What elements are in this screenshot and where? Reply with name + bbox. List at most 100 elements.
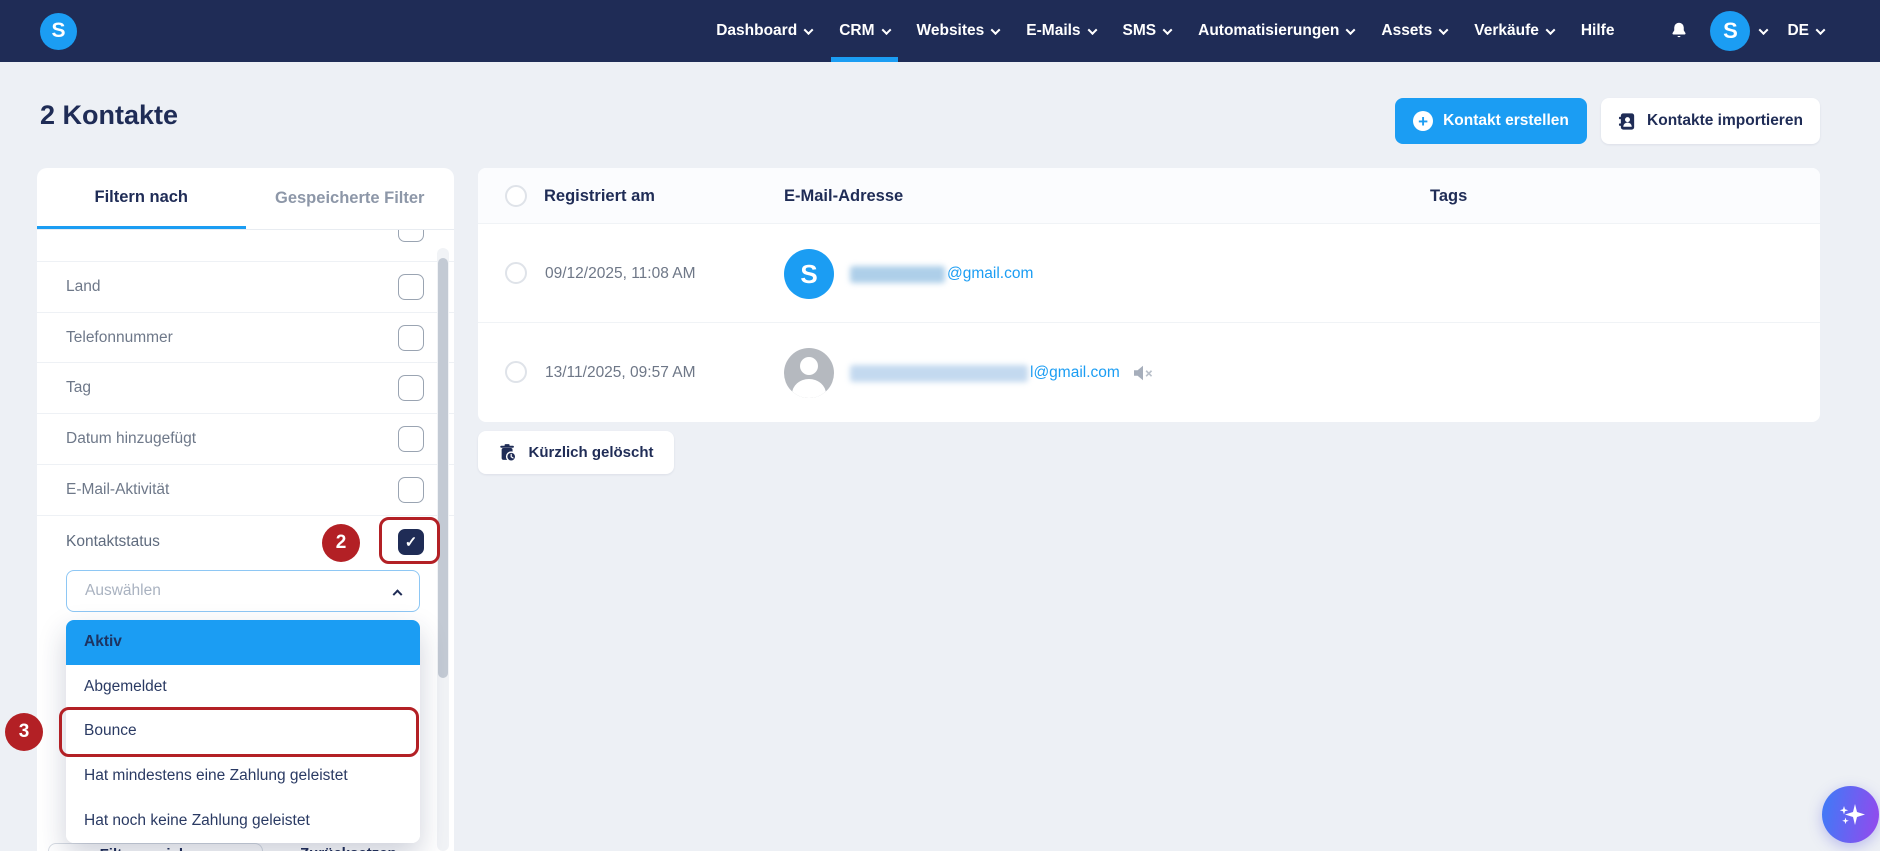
contact-row[interactable]: 09/12/2025, 11:08 AM S @gmail.com bbox=[478, 224, 1820, 323]
nav-item-sales[interactable]: Verkäufe bbox=[1474, 0, 1556, 62]
account-menu[interactable]: S bbox=[1710, 0, 1769, 62]
filter-label: E-Mail-Aktivität bbox=[66, 481, 170, 498]
option-hat-noch-keine-zahlung[interactable]: Hat noch keine Zahlung geleistet bbox=[66, 798, 420, 843]
nav-label: Assets bbox=[1381, 22, 1433, 39]
nav-label: Websites bbox=[916, 22, 985, 39]
contact-email-link[interactable]: l@gmail.com bbox=[1030, 364, 1120, 382]
option-bounce[interactable]: Bounce bbox=[66, 709, 420, 754]
nav-label: E-Mails bbox=[1026, 22, 1081, 39]
annotation-step-3: 3 bbox=[5, 713, 43, 751]
nav-label: CRM bbox=[839, 22, 875, 39]
column-header-registered[interactable]: Registriert am bbox=[544, 168, 655, 224]
contact-row[interactable]: 13/11/2025, 09:57 AM l@gmail.com bbox=[478, 323, 1820, 422]
select-all-checkbox[interactable] bbox=[505, 185, 527, 207]
muted-speaker-icon bbox=[1133, 365, 1152, 381]
contact-card-icon bbox=[1618, 112, 1635, 130]
kontaktstatus-select[interactable]: Auswählen bbox=[66, 570, 420, 612]
checkbox[interactable] bbox=[398, 274, 424, 300]
chevron-down-icon bbox=[1815, 24, 1826, 35]
blurred-email-name bbox=[850, 364, 1028, 382]
nav-item-help[interactable]: Hilfe bbox=[1581, 0, 1615, 62]
contact-avatar: S bbox=[784, 249, 834, 299]
filter-row-email-aktivitaet[interactable]: E-Mail-Aktivität bbox=[37, 465, 454, 516]
nav-item-websites[interactable]: Websites bbox=[916, 0, 1001, 62]
app-window: S Dashboard CRM Websites E-Mails SMS Aut… bbox=[0, 0, 1880, 851]
recently-deleted-button[interactable]: Kürzlich gelöscht bbox=[478, 431, 674, 474]
chevron-up-icon bbox=[392, 588, 403, 599]
reset-filter-button[interactable]: Zurücksetzen bbox=[300, 845, 397, 851]
trash-clock-icon bbox=[500, 443, 517, 462]
option-abgemeldet[interactable]: Abgemeldet bbox=[66, 664, 420, 710]
checkbox[interactable] bbox=[398, 375, 424, 401]
create-contact-label: Kontakt erstellen bbox=[1443, 112, 1569, 129]
nav-item-crm[interactable]: CRM bbox=[831, 0, 898, 62]
scrollbar-thumb[interactable] bbox=[438, 258, 448, 678]
chevron-down-icon bbox=[1545, 24, 1556, 35]
filter-label: Datum hinzugefügt bbox=[66, 430, 197, 447]
kontaktstatus-dropdown: Aktiv Abgemeldet Bounce Hat mindestens e… bbox=[66, 620, 420, 843]
nav-label: SMS bbox=[1122, 22, 1157, 39]
nav-menu: Dashboard CRM Websites E-Mails SMS Autom… bbox=[716, 0, 1826, 62]
contact-email-link[interactable]: @gmail.com bbox=[947, 265, 1033, 283]
checkbox[interactable] bbox=[398, 230, 424, 242]
option-hat-mindestens-eine-zahlung[interactable]: Hat mindestens eine Zahlung geleistet bbox=[66, 753, 420, 799]
filter-row-datum-hinzugefuegt[interactable]: Datum hinzugefügt bbox=[37, 414, 454, 465]
nav-item-assets[interactable]: Assets bbox=[1381, 0, 1449, 62]
nav-item-emails[interactable]: E-Mails bbox=[1026, 0, 1097, 62]
app-logo[interactable]: S bbox=[40, 12, 77, 50]
nav-item-sms[interactable]: SMS bbox=[1122, 0, 1173, 62]
filter-row-partial bbox=[37, 230, 454, 262]
chevron-down-icon bbox=[881, 24, 891, 35]
nav-item-automations[interactable]: Automatisierungen bbox=[1198, 0, 1356, 62]
nav-item-dashboard[interactable]: Dashboard bbox=[716, 0, 814, 62]
filter-label: Tag bbox=[66, 379, 91, 396]
row-checkbox[interactable] bbox=[505, 361, 527, 383]
column-header-tags: Tags bbox=[1430, 186, 1468, 205]
filter-label: Telefonnummer bbox=[66, 328, 173, 346]
column-header-email: E-Mail-Adresse bbox=[784, 186, 904, 205]
chevron-down-icon bbox=[1438, 24, 1449, 35]
option-aktiv[interactable]: Aktiv bbox=[66, 620, 420, 665]
recently-deleted-label: Kürzlich gelöscht bbox=[528, 444, 654, 461]
filter-row-kontaktstatus[interactable]: Kontaktstatus ✓ bbox=[37, 516, 454, 568]
ai-assistant-button[interactable] bbox=[1822, 786, 1879, 843]
filter-tabs: Filtern nach Gespeicherte Filter bbox=[37, 168, 454, 230]
chevron-down-icon bbox=[803, 24, 814, 35]
checkbox[interactable] bbox=[398, 324, 424, 351]
tab-filter-by[interactable]: Filtern nach bbox=[37, 168, 246, 229]
filter-row-land[interactable]: Land bbox=[37, 262, 454, 313]
checkbox-checked[interactable]: ✓ bbox=[398, 529, 424, 555]
filter-row-tag[interactable]: Tag bbox=[37, 363, 454, 414]
chevron-down-icon bbox=[1345, 24, 1356, 35]
checkbox[interactable] bbox=[398, 426, 424, 452]
create-contact-button[interactable]: + Kontakt erstellen bbox=[1395, 98, 1587, 144]
import-contacts-label: Kontakte importieren bbox=[1647, 112, 1803, 129]
filter-panel-scrollbar[interactable] bbox=[437, 248, 449, 851]
chevron-down-icon bbox=[990, 24, 1001, 35]
save-filter-button[interactable]: Filter speichern bbox=[48, 843, 263, 851]
filter-label: Land bbox=[66, 278, 101, 295]
plus-icon: + bbox=[1413, 111, 1434, 131]
notifications-bell-icon[interactable] bbox=[1668, 19, 1690, 43]
annotation-step-2: 2 bbox=[322, 524, 360, 562]
import-contacts-button[interactable]: Kontakte importieren bbox=[1601, 98, 1820, 144]
nav-label: Hilfe bbox=[1580, 22, 1615, 39]
sparkles-icon bbox=[1839, 803, 1865, 825]
checkbox[interactable] bbox=[398, 477, 424, 503]
language-code: DE bbox=[1787, 22, 1809, 39]
select-placeholder: Auswählen bbox=[85, 582, 161, 599]
chevron-down-icon bbox=[1162, 24, 1173, 35]
nav-label: Automatisierungen bbox=[1198, 22, 1340, 39]
registered-date: 09/12/2025, 11:08 AM bbox=[545, 265, 696, 282]
registered-date: 13/11/2025, 09:57 AM bbox=[545, 364, 696, 381]
top-navbar: S Dashboard CRM Websites E-Mails SMS Aut… bbox=[0, 0, 1880, 62]
filter-row-telefonnummer[interactable]: Telefonnummer bbox=[37, 313, 454, 363]
filter-label: Kontaktstatus bbox=[66, 533, 160, 550]
tab-saved-filters[interactable]: Gespeicherte Filter bbox=[246, 168, 455, 229]
nav-label: Verkäufe bbox=[1474, 22, 1539, 39]
row-checkbox[interactable] bbox=[505, 262, 527, 284]
language-selector[interactable]: DE bbox=[1787, 22, 1826, 40]
chevron-down-icon bbox=[1759, 24, 1769, 35]
nav-right-group: S DE bbox=[1668, 0, 1826, 62]
user-avatar: S bbox=[1710, 11, 1751, 51]
